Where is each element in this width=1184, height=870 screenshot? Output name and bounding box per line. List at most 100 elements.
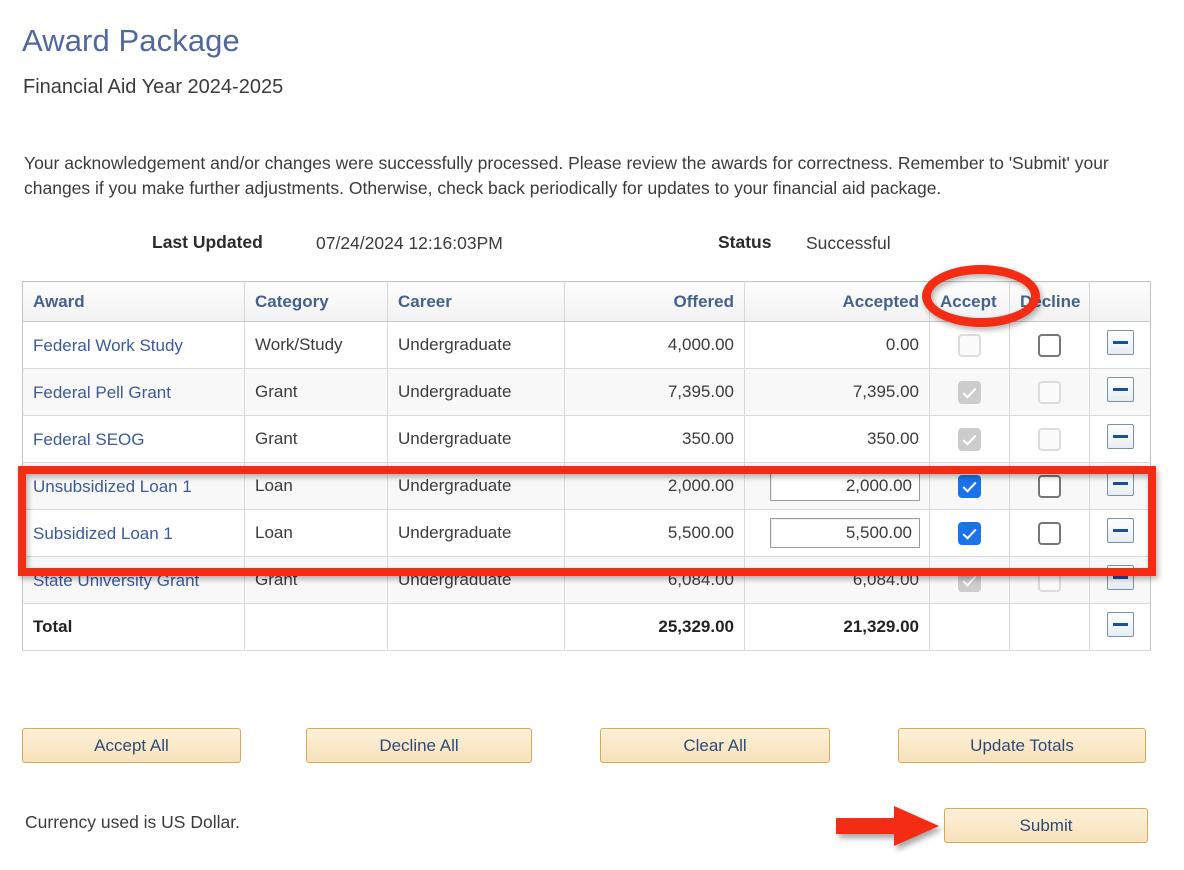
table-row: Subsidized Loan 1 Loan Undergraduate 5,500.…	[22, 509, 1151, 557]
accept-checkbox	[958, 380, 981, 404]
accept-checkbox	[958, 427, 981, 451]
table-row: Federal Pell Grant Grant Undergraduate 7,39…	[22, 368, 1151, 416]
cell-offered: 4,000.00	[564, 321, 745, 369]
cell-action	[1089, 321, 1151, 369]
status-line: Last Updated 07/24/2024 12:16:03PM Statu…	[0, 232, 1160, 258]
last-updated-label: Last Updated	[152, 232, 263, 252]
minus-icon[interactable]	[1106, 377, 1134, 402]
cell-award: Federal Work Study	[22, 321, 245, 369]
cell-decline	[1009, 509, 1090, 557]
cell-total-accept	[929, 603, 1010, 651]
table-row: Unsubsidized Loan 1 Loan Undergraduate 2,00…	[22, 462, 1151, 510]
table-body: Federal Work Study Work/Study Undergraduat…	[22, 321, 1151, 651]
cell-offered: 7,395.00	[564, 368, 745, 416]
column-header-career: Career	[387, 281, 565, 322]
cell-award: Federal Pell Grant	[22, 368, 245, 416]
table-row: State University Grant Grant Undergraduate…	[22, 556, 1151, 604]
accept-all-button[interactable]: Accept All	[22, 728, 241, 763]
cell-accept	[929, 556, 1010, 604]
cell-accepted[interactable]	[744, 462, 930, 510]
cell-career: Undergraduate	[387, 368, 565, 416]
cell-decline	[1009, 556, 1090, 604]
minus-icon[interactable]	[1106, 424, 1134, 449]
cell-accept	[929, 509, 1010, 557]
cell-award: Subsidized Loan 1	[22, 509, 245, 557]
cell-accepted: 7,395.00	[744, 368, 930, 416]
cell-total-career	[387, 603, 565, 651]
cell-offered: 2,000.00	[564, 462, 745, 510]
award-package-page: Award Package Financial Aid Year 2024-20…	[0, 0, 1184, 870]
cell-action	[1089, 509, 1151, 557]
minus-icon[interactable]	[1106, 612, 1134, 637]
cell-award: Federal SEOG	[22, 415, 245, 463]
accept-checkbox[interactable]	[958, 521, 981, 545]
intro-message: Your acknowledgement and/or changes were…	[24, 152, 1109, 198]
column-header-decline: Decline	[1009, 281, 1090, 322]
accept-checkbox	[958, 333, 981, 357]
cell-decline	[1009, 368, 1090, 416]
table-total-row: Total 25,329.00 21,329.00	[22, 603, 1151, 651]
minus-icon[interactable]	[1106, 330, 1134, 355]
cell-career: Undergraduate	[387, 321, 565, 369]
submit-button[interactable]: Submit	[944, 808, 1148, 843]
column-header-action	[1089, 281, 1151, 322]
page-title: Award Package	[22, 22, 240, 58]
cell-total-decline	[1009, 603, 1090, 651]
cell-total-label: Total	[22, 603, 245, 651]
accepted-amount-input[interactable]	[770, 471, 920, 501]
cell-action	[1089, 368, 1151, 416]
cell-total-action	[1089, 603, 1151, 651]
accepted-amount-input[interactable]	[770, 518, 920, 548]
aid-year-subtitle: Financial Aid Year 2024-2025	[23, 76, 284, 98]
cell-category: Grant	[244, 415, 388, 463]
cell-career: Undergraduate	[387, 509, 565, 557]
decline-checkbox	[1038, 427, 1061, 451]
table-header: Award Category Career Offered Accepted A…	[22, 281, 1151, 322]
status-label: Status	[718, 232, 772, 252]
currency-note: Currency used is US Dollar.	[25, 812, 240, 832]
decline-checkbox[interactable]	[1038, 474, 1061, 498]
cell-offered: 350.00	[564, 415, 745, 463]
awards-table: Award Category Career Offered Accepted A…	[22, 281, 1151, 651]
decline-all-button[interactable]: Decline All	[306, 728, 532, 763]
cell-accept	[929, 368, 1010, 416]
table-row: Federal SEOG Grant Undergraduate 350.00 350.…	[22, 415, 1151, 463]
cell-career: Undergraduate	[387, 415, 565, 463]
cell-accept	[929, 321, 1010, 369]
cell-accepted: 350.00	[744, 415, 930, 463]
accept-checkbox[interactable]	[958, 474, 981, 498]
cell-action	[1089, 462, 1151, 510]
cell-accepted[interactable]	[744, 509, 930, 557]
cell-decline	[1009, 415, 1090, 463]
clear-all-button[interactable]: Clear All	[600, 728, 830, 763]
accept-checkbox	[958, 568, 981, 592]
column-header-accepted: Accepted	[744, 281, 930, 322]
cell-accept	[929, 415, 1010, 463]
decline-checkbox	[1038, 568, 1061, 592]
minus-icon[interactable]	[1106, 471, 1134, 496]
column-header-award: Award	[22, 281, 245, 322]
annotation-arrow-submit	[836, 806, 939, 846]
minus-icon[interactable]	[1106, 518, 1134, 543]
decline-checkbox[interactable]	[1038, 521, 1061, 545]
column-header-accept: Accept	[929, 281, 1010, 322]
cell-total-category	[244, 603, 388, 651]
status-value: Successful	[806, 233, 891, 253]
cell-offered: 5,500.00	[564, 509, 745, 557]
cell-category: Grant	[244, 556, 388, 604]
cell-action	[1089, 415, 1151, 463]
update-totals-button[interactable]: Update Totals	[898, 728, 1146, 763]
cell-category: Grant	[244, 368, 388, 416]
table-header-row: Award Category Career Offered Accepted A…	[22, 281, 1151, 322]
cell-career: Undergraduate	[387, 462, 565, 510]
cell-category: Loan	[244, 509, 388, 557]
cell-award: Unsubsidized Loan 1	[22, 462, 245, 510]
cell-total-offered: 25,329.00	[564, 603, 745, 651]
cell-total-accepted: 21,329.00	[744, 603, 930, 651]
cell-offered: 6,084.00	[564, 556, 745, 604]
cell-accept	[929, 462, 1010, 510]
decline-checkbox[interactable]	[1038, 333, 1061, 357]
column-header-offered: Offered	[564, 281, 745, 322]
cell-decline	[1009, 462, 1090, 510]
minus-icon[interactable]	[1106, 565, 1134, 590]
